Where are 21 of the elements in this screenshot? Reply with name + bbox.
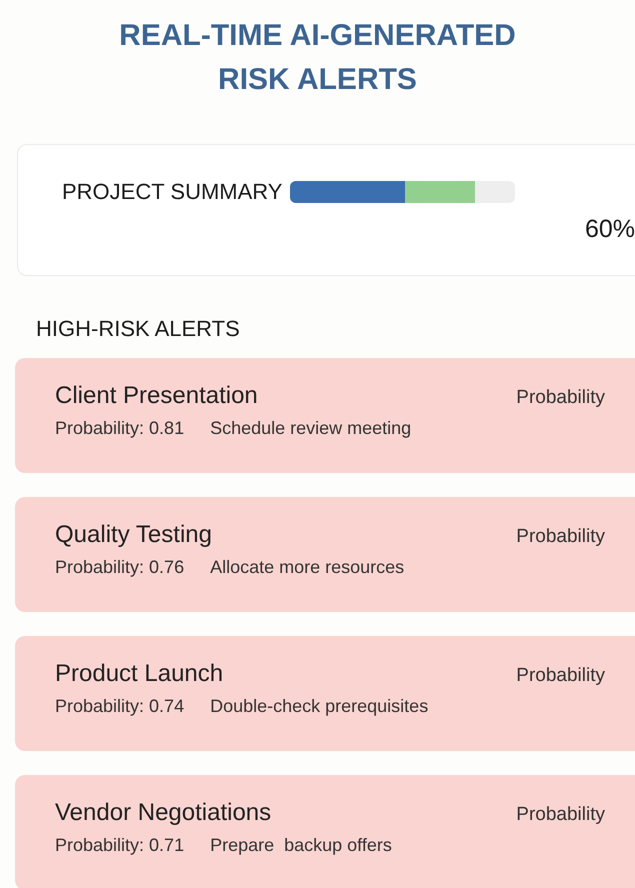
alert-title: Quality Testing <box>55 521 212 549</box>
page-title: REAL-TIME AI-GENERATED <box>119 18 516 54</box>
column-label: Probability <box>516 665 605 687</box>
probability-text: Probability: 0.74 <box>55 696 184 717</box>
probability-text: Probability: 0.81 <box>55 418 184 439</box>
action-text: Prepare backup offers <box>210 835 392 856</box>
column-label: Probability <box>516 387 605 409</box>
page-title: RISK ALERTS <box>218 62 417 98</box>
action-text: Schedule review meeting <box>210 418 412 439</box>
probability-text: Probability: 0.71 <box>55 835 184 856</box>
column-label: Probability <box>516 526 605 548</box>
column-label: Probability <box>516 804 605 826</box>
alert-title: Client Presentation <box>55 382 258 410</box>
action-text: Allocate more resources <box>210 557 404 578</box>
section-heading: HIGH-RISK ALERTS <box>36 316 241 342</box>
alert-title: Vendor Negotiations <box>55 799 272 827</box>
action-text: Double-check prerequisites <box>210 696 428 717</box>
progress-percent: 60% <box>584 215 635 244</box>
alert-title: Product Launch <box>55 660 224 688</box>
probability-text: Probability: 0.76 <box>55 557 184 578</box>
summary-label: PROJECT SUMMARY <box>62 179 282 205</box>
